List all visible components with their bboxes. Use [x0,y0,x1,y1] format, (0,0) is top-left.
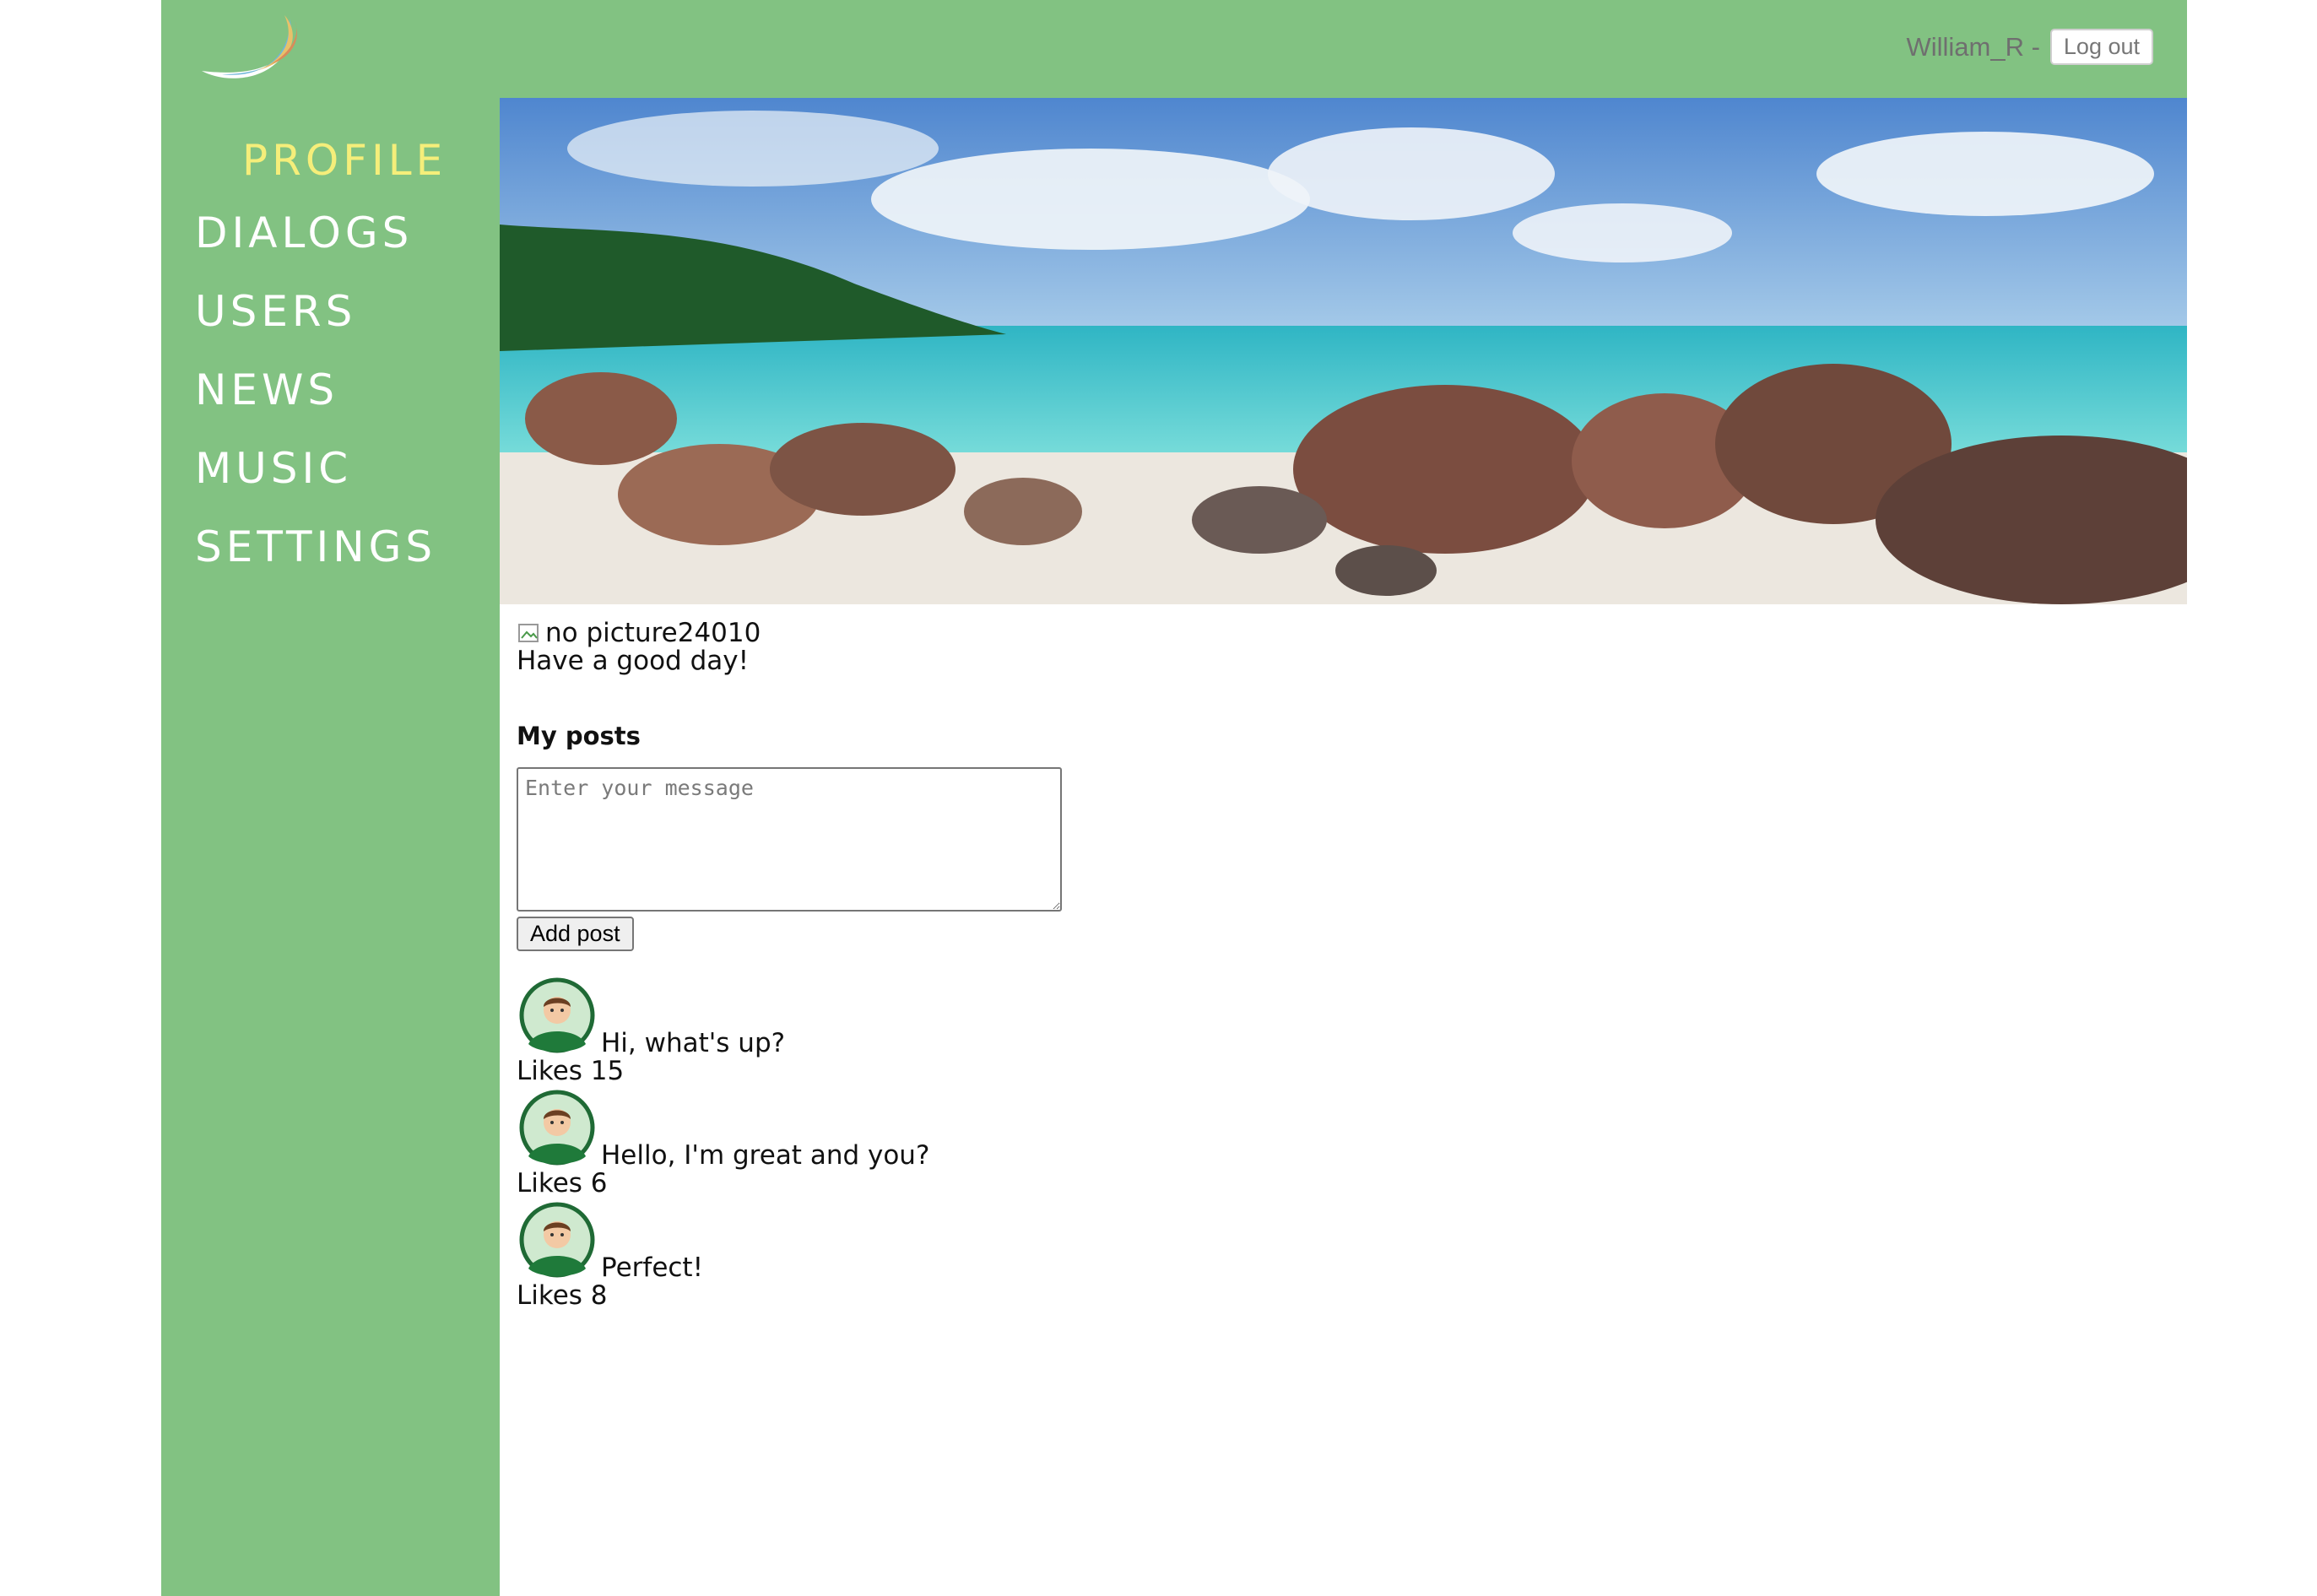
post-likes: Likes 6 [517,1168,608,1198]
profile-avatar: no picture24010 [517,619,2187,647]
broken-image-icon [518,623,539,642]
sidebar-nav: PROFILE DIALOGS USERS NEWS MUSIC SETTING… [161,98,500,1596]
app-wrapper: William_R - Log out PROFILE DIALOGS USER… [161,0,2187,1596]
post-likes: Likes 8 [517,1280,608,1311]
header: William_R - Log out [161,0,2187,98]
nav-item-users[interactable]: USERS [161,273,500,351]
message-input[interactable] [517,767,1062,912]
post-likes: Likes 15 [517,1056,625,1086]
username-label: William_R - [1906,31,2040,62]
post-message: Hello, I'm great and you? [601,1140,930,1171]
post-message: Perfect! [601,1252,704,1283]
avatar-alt-text: no picture24010 [545,618,761,648]
nav-item-music[interactable]: MUSIC [161,430,500,508]
profile-status: Have a good day! [517,646,750,676]
posts-list: Hi, what's up? Likes 15 Hello, I'm great… [517,977,2187,1310]
post-item: Hello, I'm great and you? Likes 6 [517,1089,2187,1198]
nav-item-profile[interactable]: PROFILE [161,135,500,186]
post-message: Hi, what's up? [601,1028,786,1058]
post-item: Hi, what's up? Likes 15 [517,977,2187,1085]
beach-banner-image [500,98,2187,604]
add-post-button[interactable]: Add post [517,917,634,951]
nav-item-settings[interactable]: SETTINGS [161,508,500,587]
user-avatar-icon [519,977,595,1053]
crescent-logo-icon[interactable] [197,12,301,84]
my-posts-title: My posts [517,722,641,750]
user-avatar-icon [519,1202,595,1278]
profile-info: no picture24010 Have a good day! [500,604,2187,675]
user-avatar-icon [519,1090,595,1166]
nav-item-news[interactable]: NEWS [161,351,500,430]
new-post-form: Add post [517,767,2187,951]
logout-button[interactable]: Log out [2049,29,2153,65]
post-item: Perfect! Likes 8 [517,1201,2187,1310]
login-area: William_R - Log out [1906,29,2153,65]
nav-item-dialogs[interactable]: DIALOGS [161,194,500,273]
profile-content: no picture24010 Have a good day! My post… [500,98,2187,1596]
